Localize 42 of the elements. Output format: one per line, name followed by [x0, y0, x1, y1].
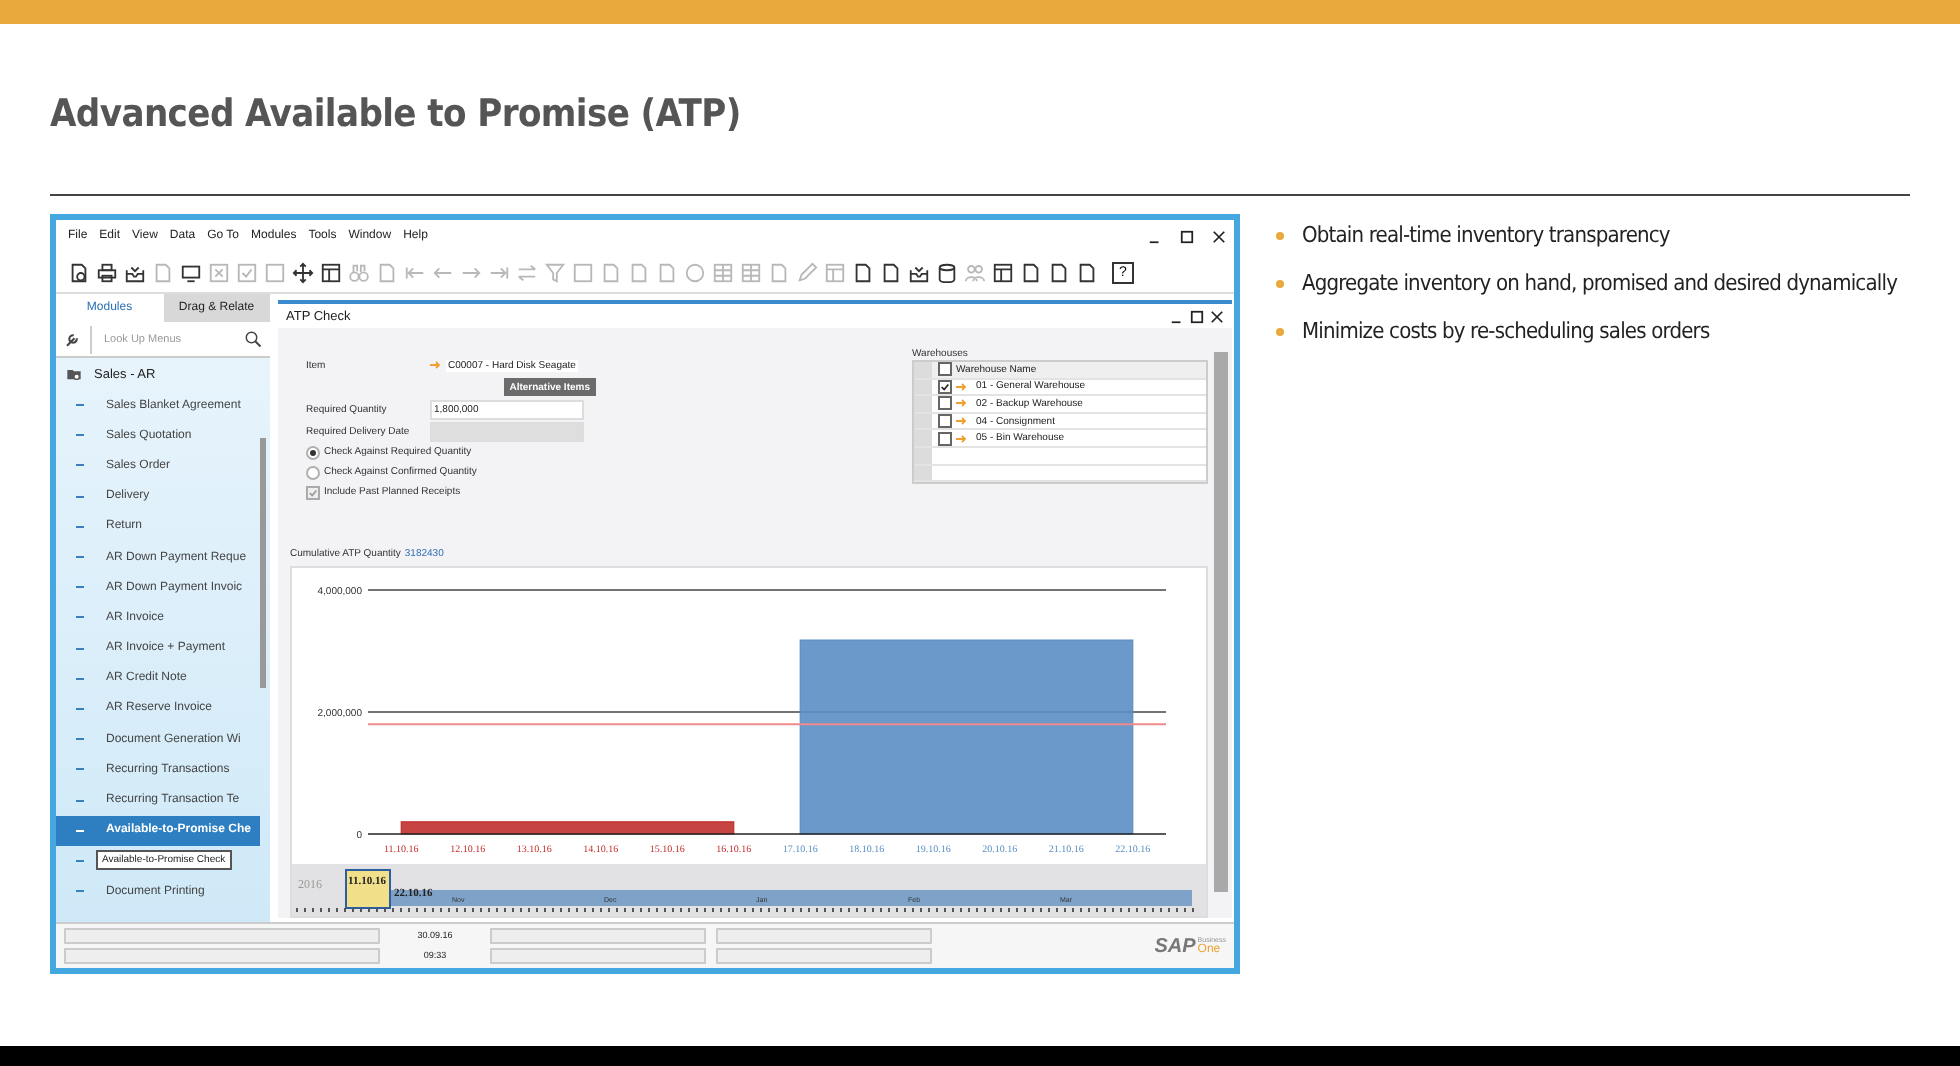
checkbox[interactable]: [938, 414, 952, 429]
tray-icon[interactable]: [908, 261, 930, 283]
printer-icon[interactable]: [96, 261, 118, 283]
tray-icon[interactable]: [124, 261, 146, 283]
folder-gear-icon: [66, 366, 82, 382]
bullet-icon: [1276, 231, 1284, 239]
bullet-icon: [1276, 327, 1284, 335]
link-arrow-icon[interactable]: [430, 360, 442, 370]
checkbox[interactable]: [938, 431, 952, 446]
maximize-icon[interactable]: [1190, 309, 1204, 323]
checkbox[interactable]: [938, 396, 952, 411]
link-arrow-icon[interactable]: [956, 416, 968, 427]
scrollbar[interactable]: [1214, 352, 1228, 892]
window-icon[interactable]: [320, 261, 342, 283]
checkbox[interactable]: [938, 362, 952, 377]
radio-button[interactable]: [306, 465, 320, 479]
document-icon[interactable]: [1020, 261, 1042, 283]
bullet-text: Obtain real-time inventory transparency: [1302, 222, 1670, 248]
document-icon[interactable]: [880, 261, 902, 283]
bullet-text: Aggregate inventory on hand, promised and desired dynamically: [1302, 270, 1898, 296]
maximize-icon[interactable]: [1180, 229, 1194, 243]
window-icon[interactable]: [992, 261, 1014, 283]
link-arrow-icon[interactable]: [956, 398, 968, 409]
close-icon[interactable]: [1212, 229, 1226, 243]
search-icon[interactable]: [244, 330, 262, 348]
bullet-icon: [1276, 279, 1284, 287]
document-icon[interactable]: [1076, 261, 1098, 283]
link-arrow-icon[interactable]: [956, 433, 968, 444]
document-icon[interactable]: [852, 261, 874, 283]
slide-title: Advanced Available to Promise (ATP): [50, 90, 741, 140]
link-arrow-icon[interactable]: [956, 381, 968, 392]
document-icon[interactable]: [1048, 261, 1070, 283]
close-icon[interactable]: [1210, 309, 1224, 323]
bullet-text: Minimize costs by re-scheduling sales orders: [1302, 318, 1710, 344]
radio-button[interactable]: [306, 445, 320, 459]
database-icon[interactable]: [936, 261, 958, 283]
wrench-icon[interactable]: [64, 330, 82, 348]
monitor-icon[interactable]: [180, 261, 202, 283]
range-selector[interactable]: [345, 869, 391, 909]
document-search-icon[interactable]: [68, 261, 90, 283]
move-icon[interactable]: [292, 261, 314, 283]
scrollbar[interactable]: [260, 438, 266, 688]
